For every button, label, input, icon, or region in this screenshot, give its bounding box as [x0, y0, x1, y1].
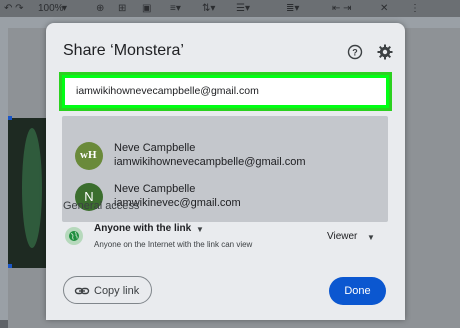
wikihow-avatar	[75, 142, 103, 170]
help-icon[interactable]: ?	[347, 44, 363, 60]
zoom-select: 100%	[38, 3, 64, 14]
suggestion-item[interactable]: Neve Campbelle iamwikihownevecampbelle@g…	[62, 136, 388, 176]
undo-icon: ↶ ↷	[4, 3, 24, 14]
svg-text:?: ?	[352, 48, 358, 58]
selection-handle	[8, 116, 12, 120]
dialog-title: Share ‘Monstera’	[63, 42, 184, 59]
comment-icon: ⊞	[118, 3, 127, 14]
add-people-input[interactable]: iamwikihownevecampbelle@gmail.com	[65, 78, 386, 105]
copy-link-label: Copy link	[94, 285, 140, 297]
dropdown-caret-icon[interactable]: ▼	[196, 225, 204, 234]
zoom-caret-icon: ▾	[62, 3, 68, 14]
general-access-select[interactable]: Anyone with the link	[94, 223, 191, 234]
suggestion-name: Neve Campbelle	[114, 142, 196, 154]
numbered-list-icon: ≣▾	[286, 3, 300, 14]
selection-handle	[8, 264, 12, 268]
copy-link-button[interactable]: Copy link	[63, 276, 152, 304]
list-icon: ☰▾	[236, 3, 250, 14]
image-icon: ▣	[142, 3, 152, 14]
link-icon-toolbar: ⊕	[96, 3, 105, 14]
docs-toolbar: ↶ ↷ 100% ▾ ⊕ ⊞ ▣ ≡▾ ⇅▾ ☰▾ ≣▾ ⇤ ⇥ ✕ ⋮	[0, 0, 460, 17]
suggestion-name: Neve Campbelle	[114, 183, 196, 195]
general-access-label: General access	[63, 200, 140, 212]
suggestion-email: iamwikihownevecampbelle@gmail.com	[114, 156, 306, 168]
clear-format-icon: ✕	[380, 3, 389, 14]
done-label: Done	[344, 285, 371, 297]
done-button[interactable]: Done	[329, 277, 386, 305]
monstera-image	[8, 118, 50, 268]
align-icon: ≡▾	[170, 3, 181, 14]
globe-icon	[65, 227, 83, 245]
general-access-description: Anyone on the Internet with the link can…	[94, 240, 253, 249]
add-people-input-highlight: iamwikihownevecampbelle@gmail.com	[59, 72, 392, 111]
settings-gear-icon[interactable]	[376, 43, 394, 61]
share-dialog: Share ‘Monstera’ ? iamwikihownevecampbel…	[46, 23, 405, 320]
link-icon	[74, 287, 90, 295]
more-icon: ⋮	[410, 3, 420, 14]
dropdown-caret-icon[interactable]: ▼	[367, 233, 375, 242]
role-select[interactable]: Viewer	[327, 231, 357, 242]
spacing-icon: ⇅▾	[202, 3, 216, 14]
indent-icon: ⇤ ⇥	[332, 3, 352, 14]
